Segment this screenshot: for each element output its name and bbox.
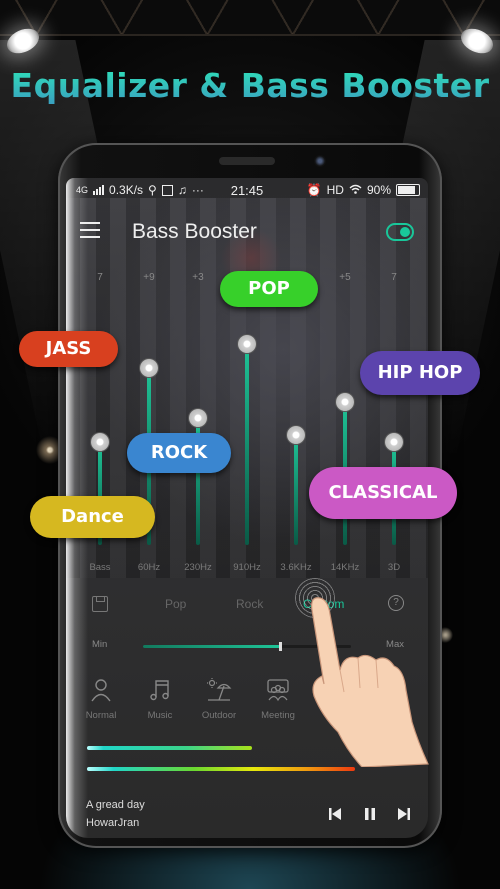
- save-preset-icon[interactable]: [92, 596, 108, 612]
- volume-min-label: Min: [92, 639, 108, 650]
- music-icon: [150, 680, 169, 701]
- battery-percent: 90%: [366, 183, 391, 197]
- eq-band-knob[interactable]: [336, 392, 354, 411]
- next-track-button[interactable]: [396, 806, 412, 822]
- mode-label: Meeting: [261, 710, 295, 721]
- meeting-icon: [267, 679, 289, 702]
- volume-slider[interactable]: [143, 642, 351, 651]
- preset-pop[interactable]: Pop: [165, 597, 186, 611]
- hidden-icon: [325, 678, 349, 702]
- mode-label: ...: [392, 710, 400, 721]
- eq-band-knob[interactable]: [238, 335, 256, 354]
- eq-band-value: +3: [192, 272, 204, 283]
- eq-band-knob[interactable]: [385, 433, 403, 452]
- genre-tag-pop[interactable]: POP: [220, 271, 318, 307]
- eq-band-value: 7: [391, 272, 397, 283]
- app-bar: Bass Booster: [66, 214, 428, 250]
- stage-truss: [0, 0, 500, 36]
- eq-band-knob[interactable]: [140, 359, 158, 378]
- volume-slider-fill: [143, 645, 281, 648]
- mode-s[interactable]: S...: [308, 678, 366, 721]
- check-icon: [387, 681, 405, 698]
- volume-row: Min Max: [66, 633, 428, 657]
- status-bar: 4G 0.3K/s ⚲ ♫ ··· 21:45 ⏰ HD 90%: [66, 178, 428, 202]
- sound-mode-bar: Normal Music Outdoor Meeting S... ...: [66, 678, 428, 738]
- eq-band-knob[interactable]: [287, 426, 305, 445]
- now-playing-bar: A gread day HowarJran: [66, 790, 428, 838]
- tap-ripple-indicator: [295, 578, 335, 618]
- previous-track-button[interactable]: [327, 806, 343, 822]
- alarm-icon: ⏰: [306, 183, 322, 197]
- output-level-meter-right: [87, 767, 355, 771]
- eq-band-value: +5: [339, 272, 351, 283]
- genre-tag-classical[interactable]: CLASSICAL: [309, 467, 457, 519]
- mode-label: Outdoor: [201, 710, 237, 721]
- pause-button[interactable]: [362, 806, 378, 822]
- volume-slider-thumb[interactable]: [279, 642, 283, 651]
- genre-tag-dance[interactable]: Dance: [30, 496, 155, 538]
- preset-rock[interactable]: Rock: [236, 597, 263, 611]
- genre-tag-rock[interactable]: ROCK: [127, 433, 231, 473]
- song-title: A gread day: [86, 799, 145, 811]
- mode-outdoor[interactable]: Outdoor: [190, 678, 248, 721]
- mode-label: S...: [329, 710, 345, 721]
- genre-tag-hip-hop[interactable]: HIP HOP: [360, 351, 480, 395]
- mode-other[interactable]: ...: [367, 678, 425, 721]
- mode-label: Music: [147, 710, 173, 721]
- preset-bar: Pop Rock Custom ?: [66, 586, 428, 622]
- battery-icon: [396, 184, 420, 196]
- wifi-icon: [349, 183, 362, 197]
- eq-band-slider[interactable]: [294, 435, 298, 545]
- bass-booster-toggle[interactable]: [386, 223, 414, 241]
- phone-speaker: [219, 157, 275, 165]
- volume-max-label: Max: [386, 639, 404, 650]
- app-title: Bass Booster: [132, 220, 257, 243]
- eq-band-knob[interactable]: [189, 409, 207, 428]
- promo-headline: Equalizer & Bass Booster: [0, 66, 500, 105]
- help-icon[interactable]: ?: [388, 595, 404, 611]
- eq-band-slider[interactable]: [245, 344, 249, 545]
- song-artist: HowarJran: [86, 817, 140, 829]
- eq-band-value: +9: [143, 272, 155, 283]
- front-camera-icon: [314, 155, 326, 167]
- eq-band-label: 3D: [387, 562, 401, 573]
- person-icon: [91, 679, 111, 702]
- eq-band-knob[interactable]: [91, 433, 109, 452]
- mode-music[interactable]: Music: [131, 678, 189, 721]
- output-level-meter-left: [87, 746, 252, 750]
- mode-meeting[interactable]: Meeting: [249, 678, 307, 721]
- genre-tag-jass[interactable]: JASS: [19, 331, 118, 367]
- beach-icon: [207, 678, 232, 701]
- hd-indicator: HD: [326, 183, 344, 197]
- equalizer-panel: 7 Bass +9 60Hz +3 230Hz 910Hz 3.6KHz +5 14KHz 7 3D: [66, 266, 428, 586]
